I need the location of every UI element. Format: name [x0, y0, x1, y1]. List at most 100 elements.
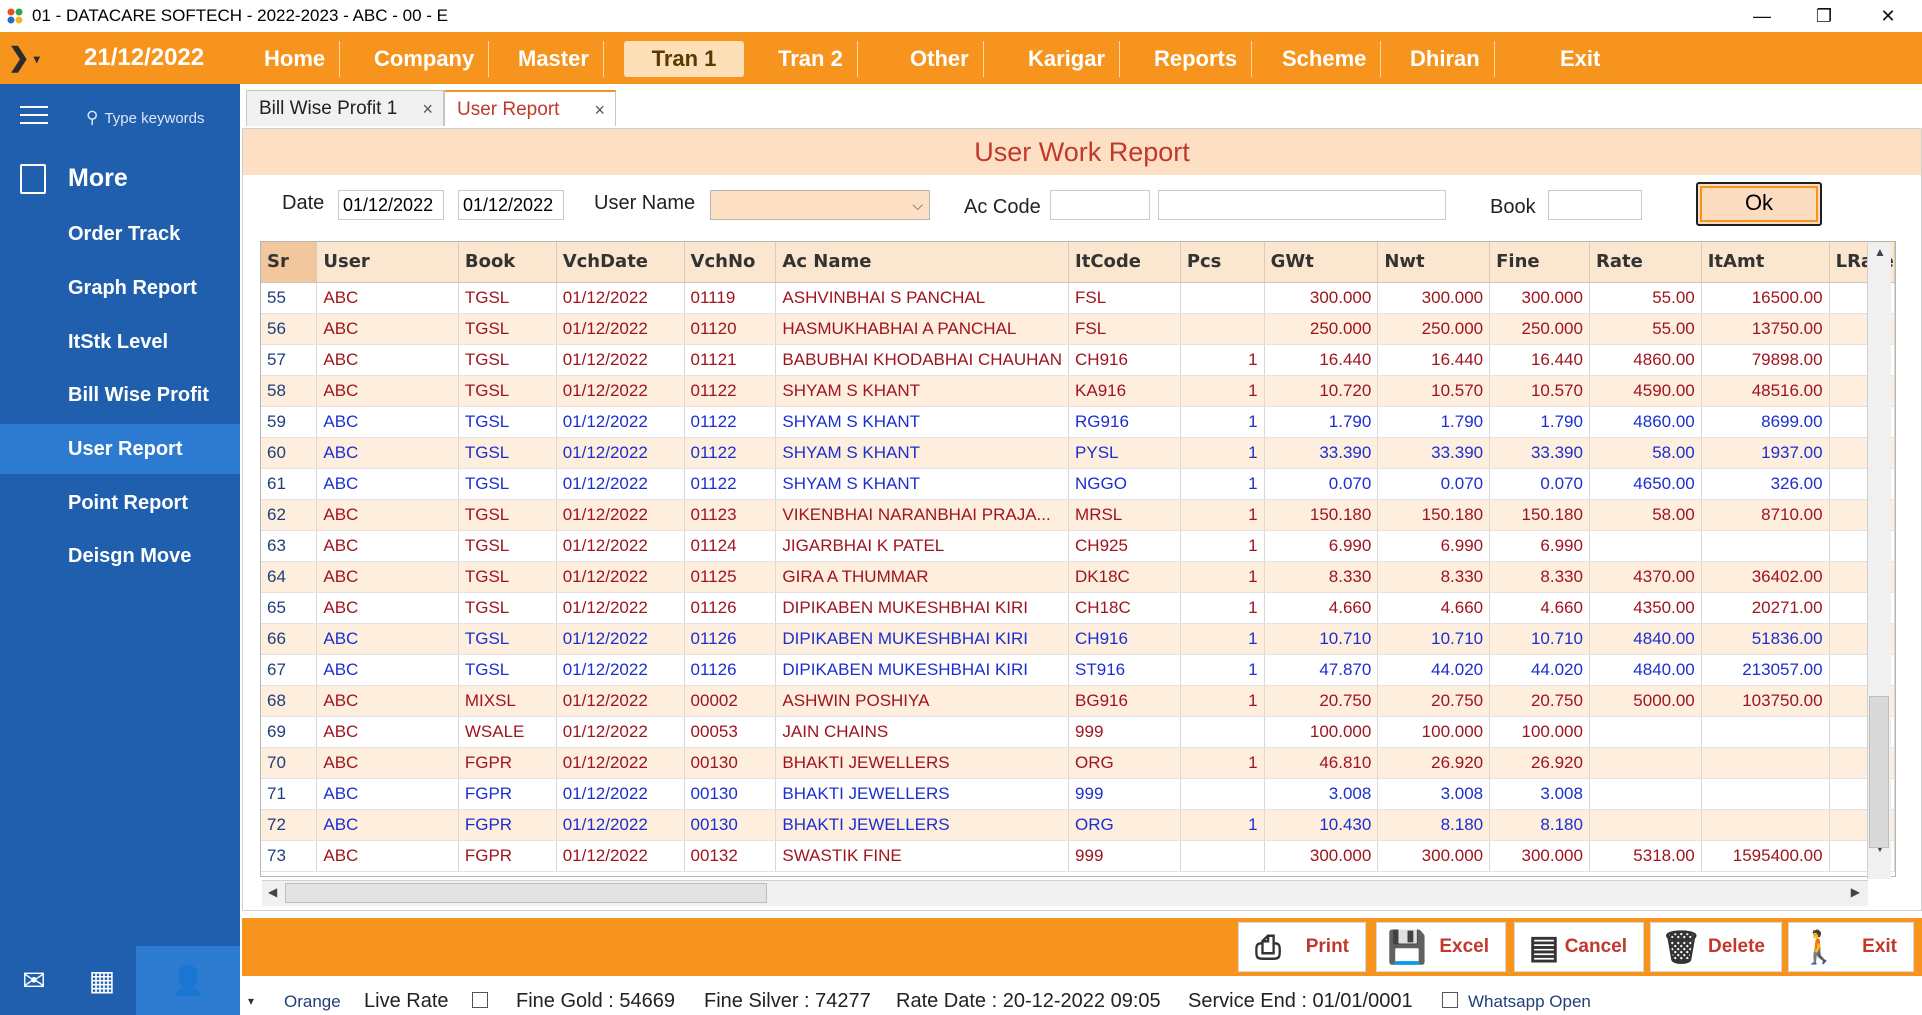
cell-name: GIRA A THUMMAR [775, 561, 1070, 593]
scroll-right-icon[interactable]: ▶ [1851, 885, 1860, 899]
ac-code-input[interactable] [1050, 190, 1150, 220]
delete-button[interactable]: 🗑 Delete [1650, 922, 1782, 972]
scroll-up-icon[interactable]: ▲ [1874, 245, 1886, 259]
menu-dhiran[interactable]: Dhiran [1396, 41, 1495, 77]
table-row[interactable]: 60 ABC TGSL 01/12/2022 01122 SHYAM S KHANT PYS… [261, 437, 1895, 469]
menu-scheme[interactable]: Scheme [1268, 41, 1382, 77]
sidebar-item-design-move[interactable]: Deisgn Move [0, 531, 240, 581]
menu-tran1[interactable]: Tran 1 [624, 41, 744, 77]
table-row[interactable]: 73 ABC FGPR 01/12/2022 00132 SWASTIK FINE 999 3… [261, 840, 1895, 872]
cell-amt [1701, 809, 1830, 841]
sidebar-item-point-report[interactable]: Point Report [0, 478, 240, 528]
current-date: 21/12/2022 [84, 44, 205, 71]
table-row[interactable]: 62 ABC TGSL 01/12/2022 01123 VIKENBHAI NARANB… [261, 499, 1895, 531]
menu-exit[interactable]: Exit [1546, 41, 1614, 77]
column-header[interactable]: Book [458, 242, 557, 283]
column-header[interactable]: GWt [1264, 242, 1379, 283]
theme-dropdown-icon[interactable]: ▾ [248, 994, 254, 1008]
hamburger-menu-icon[interactable] [20, 106, 48, 126]
sidebar-item-bill-wise-profit[interactable]: Bill Wise Profit [0, 370, 240, 420]
live-rate-checkbox[interactable] [472, 992, 488, 1008]
menu-reports[interactable]: Reports [1140, 41, 1253, 77]
table-row[interactable]: 59 ABC TGSL 01/12/2022 01122 SHYAM S KHANT RG9… [261, 406, 1895, 438]
column-header[interactable]: VchNo [684, 242, 777, 283]
column-header[interactable]: VchDate [556, 242, 685, 283]
column-header[interactable]: Sr [261, 242, 318, 283]
table-row[interactable]: 69 ABC WSALE 01/12/2022 00053 JAIN CHAINS 999 1… [261, 716, 1895, 748]
cell-pcs: 1 [1180, 530, 1265, 562]
tab-bill-wise-profit[interactable]: Bill Wise Profit 1 × [246, 90, 444, 126]
whatsapp-checkbox[interactable] [1442, 992, 1458, 1008]
table-row[interactable]: 66 ABC TGSL 01/12/2022 01126 DIPIKABEN MUKESH… [261, 623, 1895, 655]
table-row[interactable]: 72 ABC FGPR 01/12/2022 00130 BHAKTI JEWELLERS… [261, 809, 1895, 841]
column-header[interactable]: Ac Name [775, 242, 1070, 283]
cancel-button[interactable]: ▤ Cancel [1514, 922, 1644, 972]
close-icon[interactable]: × [422, 91, 433, 127]
ac-name-input[interactable] [1158, 190, 1446, 220]
user-settings-icon[interactable]: 👤 [136, 946, 240, 1015]
menu-company[interactable]: Company [360, 41, 490, 77]
menu-karigar[interactable]: Karigar [1014, 41, 1121, 77]
minimize-button[interactable]: — [1732, 0, 1792, 32]
table-row[interactable]: 63 ABC TGSL 01/12/2022 01124 JIGARBHAI K PATE… [261, 530, 1895, 562]
cell-name: VIKENBHAI NARANBHAI PRAJA... [775, 499, 1070, 531]
calendar-icon[interactable]: ▦ [72, 946, 132, 1015]
sidebar-item-order-track[interactable]: Order Track [0, 209, 240, 259]
column-header[interactable]: ItAmt [1701, 242, 1830, 283]
theme-name[interactable]: Orange [284, 992, 341, 1012]
table-row[interactable]: 68 ABC MIXSL 01/12/2022 00002 ASHWIN POSHIYA B… [261, 685, 1895, 717]
table-row[interactable]: 64 ABC TGSL 01/12/2022 01125 GIRA A THUMMAR DK… [261, 561, 1895, 593]
column-header[interactable]: Fine [1489, 242, 1590, 283]
sidebar-search[interactable]: ⚲ Type keywords [86, 108, 205, 128]
table-row[interactable]: 61 ABC TGSL 01/12/2022 01122 SHYAM S KHANT NGG… [261, 468, 1895, 500]
table-row[interactable]: 71 ABC FGPR 01/12/2022 00130 BHAKTI JEWELLERS… [261, 778, 1895, 810]
report-grid[interactable]: Sr User Book VchDate VchNo Ac Name ItCod… [260, 241, 1896, 877]
table-row[interactable]: 70 ABC FGPR 01/12/2022 00130 BHAKTI JEWELLERS… [261, 747, 1895, 779]
close-window-button[interactable]: ✕ [1858, 0, 1918, 32]
table-row[interactable]: 56 ABC TGSL 01/12/2022 01120 HASMUKHABHAI A P… [261, 313, 1895, 345]
exit-label: Exit [1862, 936, 1897, 957]
chevron-down-icon[interactable]: ⌵ [912, 191, 923, 219]
table-row[interactable]: 55 ABC TGSL 01/12/2022 01119 ASHVINBHAI S PAN… [261, 282, 1895, 314]
sidebar-item-user-report[interactable]: User Report [0, 424, 240, 474]
vertical-scroll-thumb[interactable] [1869, 696, 1889, 848]
column-header[interactable]: Nwt [1377, 242, 1491, 283]
column-header[interactable]: User [316, 242, 459, 283]
table-row[interactable]: 57 ABC TGSL 01/12/2022 01121 BABUBHAI KHODABH… [261, 344, 1895, 376]
tab-user-report[interactable]: User Report 2 × [444, 90, 616, 156]
cell-date: 01/12/2022 [556, 282, 685, 314]
cell-code: ORG [1068, 809, 1181, 841]
ok-button[interactable]: Ok [1696, 182, 1822, 226]
menu-tran2[interactable]: Tran 2 [764, 41, 858, 77]
user-name-select[interactable]: ⌵ [710, 190, 930, 220]
horizontal-scroll-thumb[interactable] [285, 883, 767, 903]
cell-amt [1701, 747, 1830, 779]
sidebar-item-graph-report[interactable]: Graph Report [0, 263, 240, 313]
date-to-input[interactable]: 01/12/2022 [458, 190, 564, 220]
book-label: Book [1490, 196, 1536, 218]
exit-button[interactable]: 🚶 Exit [1788, 922, 1914, 972]
cell-sr: 71 [261, 778, 318, 810]
menu-home[interactable]: Home [250, 41, 341, 77]
column-header[interactable]: ItCode [1068, 242, 1181, 283]
close-icon[interactable]: × [594, 92, 605, 128]
column-header[interactable]: Rate [1589, 242, 1702, 283]
excel-button[interactable]: 💾 Excel [1376, 922, 1506, 972]
column-header[interactable]: Pcs [1180, 242, 1265, 283]
cell-name: ASHVINBHAI S PANCHAL [775, 282, 1070, 314]
table-row[interactable]: 65 ABC TGSL 01/12/2022 01126 DIPIKABEN MUKESH… [261, 592, 1895, 624]
menu-expand-icon[interactable]: ❯ ▾ [8, 42, 52, 72]
scroll-left-icon[interactable]: ◀ [268, 885, 277, 899]
table-row[interactable]: 58 ABC TGSL 01/12/2022 01122 SHYAM S KHANT KA9… [261, 375, 1895, 407]
cell-nwt: 300.000 [1377, 840, 1491, 872]
mail-icon[interactable]: ✉ [4, 946, 64, 1015]
cell-rate: 4860.00 [1589, 344, 1702, 376]
sidebar-item-itstk-level[interactable]: ItStk Level [0, 317, 240, 367]
table-row[interactable]: 67 ABC TGSL 01/12/2022 01126 DIPIKABEN MUKESH… [261, 654, 1895, 686]
menu-other[interactable]: Other [896, 41, 984, 77]
restore-button[interactable]: ❐ [1794, 0, 1854, 32]
date-from-input[interactable]: 01/12/2022 [338, 190, 444, 220]
menu-master[interactable]: Master [504, 41, 604, 77]
print-button[interactable]: ⎙ Print [1238, 922, 1366, 972]
book-input[interactable] [1548, 190, 1642, 220]
